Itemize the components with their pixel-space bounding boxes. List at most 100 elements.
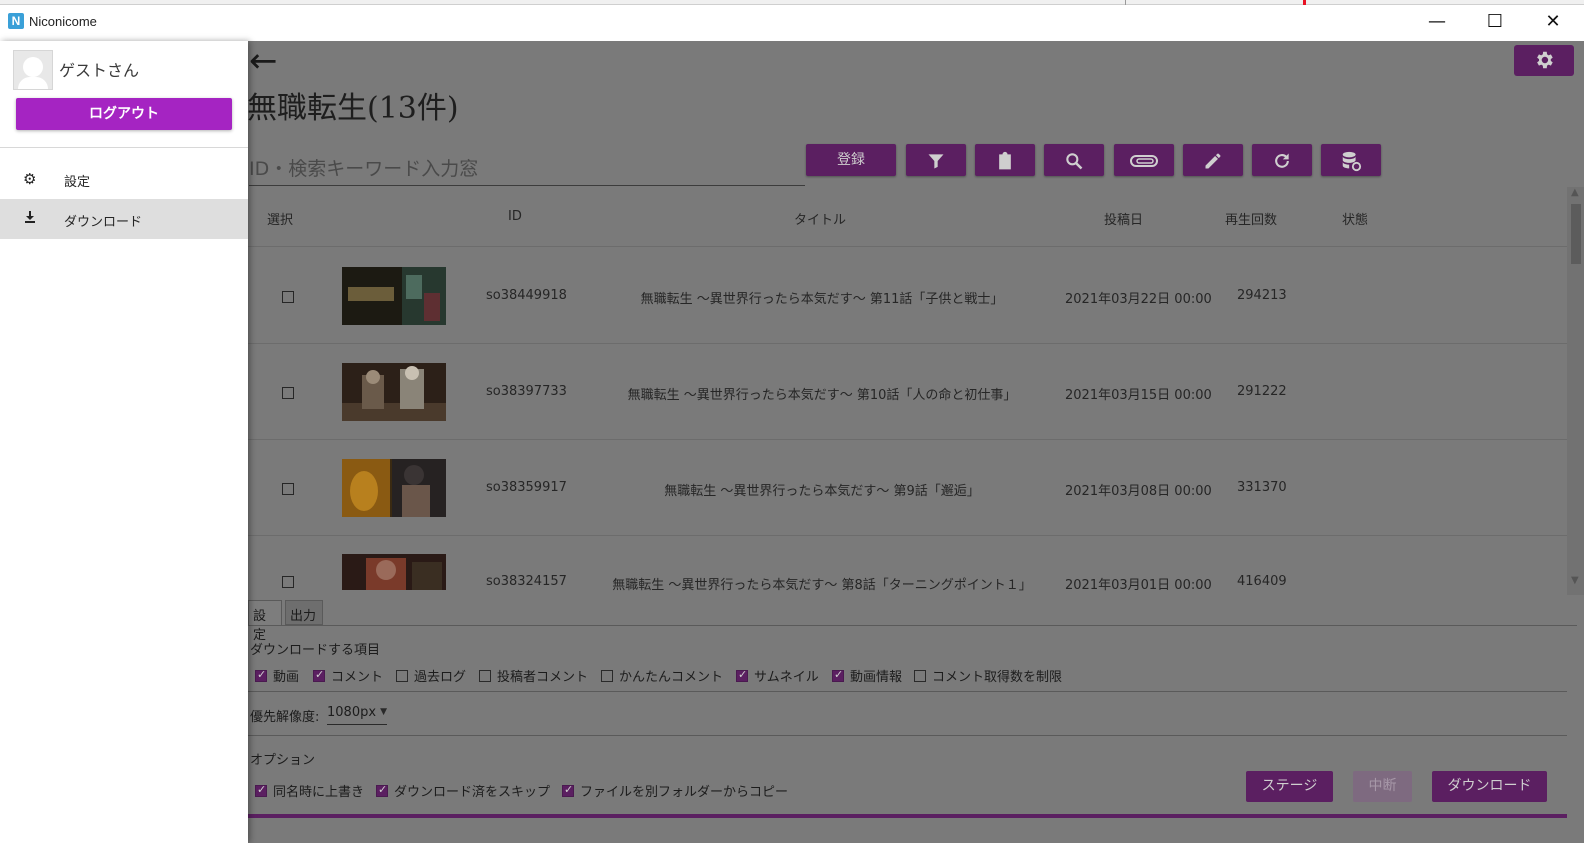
- drawer-divider: [0, 147, 248, 148]
- checkbox-box: [832, 668, 844, 682]
- attachment-icon: [1130, 155, 1158, 167]
- nav-item-label: ダウンロード: [64, 215, 143, 230]
- row-title: 無職転生 ～異世界行ったら本気だす～ 第11話「子供と戦士」: [640, 292, 1004, 307]
- logout-button[interactable]: ログアウト: [16, 98, 232, 130]
- filter-icon: [928, 154, 944, 169]
- resolution-label: 優先解像度:: [250, 710, 320, 725]
- table-row[interactable]: so38449918 無職転生 ～異世界行ったら本気だす～ 第11話「子供と戦士…: [247, 248, 1567, 344]
- checkbox-label: コメント取得数を制限: [932, 670, 1063, 685]
- page-title: 無職転生(13件): [247, 91, 459, 126]
- cancel-button[interactable]: 中断: [1353, 771, 1412, 802]
- row-select-checkbox[interactable]: [282, 483, 294, 495]
- column-views[interactable]: 再生回数: [1225, 209, 1277, 228]
- item-limit-comments-checkbox[interactable]: コメント取得数を制限: [914, 666, 1063, 685]
- minimize-button[interactable]: —: [1414, 5, 1460, 39]
- clipboard-icon: [999, 151, 1011, 170]
- search-input[interactable]: [249, 153, 805, 186]
- back-arrow-icon[interactable]: ←: [249, 44, 278, 78]
- refresh-button[interactable]: [1252, 144, 1312, 176]
- column-status[interactable]: 状態: [1342, 209, 1368, 228]
- row-select-checkbox[interactable]: [282, 291, 294, 303]
- maximize-button[interactable]: ☐: [1472, 5, 1518, 39]
- avatar: [13, 50, 53, 90]
- gear-icon: ⚙: [23, 170, 37, 188]
- tab-settings[interactable]: 設定: [248, 600, 282, 643]
- table-scrollbar[interactable]: ▲ ▼: [1567, 187, 1584, 595]
- video-thumbnail: [342, 363, 446, 421]
- checkbox-label: 過去ログ: [414, 670, 467, 685]
- row-id: so38397733: [486, 384, 567, 399]
- option-skip-downloaded-checkbox[interactable]: ダウンロード済をスキップ: [376, 781, 550, 800]
- item-thumbnail-checkbox[interactable]: サムネイル: [736, 666, 819, 685]
- close-button[interactable]: ✕: [1530, 5, 1576, 39]
- video-thumbnail: [342, 267, 446, 325]
- item-video-checkbox[interactable]: 動画: [255, 666, 300, 685]
- stage-button[interactable]: ステージ: [1246, 771, 1333, 802]
- download-progress-bar: [247, 814, 1567, 818]
- edit-button[interactable]: [1183, 144, 1243, 176]
- register-button[interactable]: 登録: [806, 144, 896, 176]
- database-sync-icon: [1342, 151, 1362, 172]
- checkbox-box: [562, 783, 574, 797]
- table-row[interactable]: so38359917 無職転生 ～異世界行ったら本気だす～ 第9話「邂逅」 20…: [247, 440, 1567, 536]
- scroll-up-icon[interactable]: ▲: [1571, 187, 1579, 198]
- table-header: 選択 ID タイトル 投稿日 再生回数 状態: [247, 195, 1567, 247]
- avatar-body: [18, 77, 48, 89]
- table-row[interactable]: so38397733 無職転生 ～異世界行ったら本気だす～ 第10話「人の命と初…: [247, 344, 1567, 440]
- attachment-button[interactable]: [1114, 144, 1174, 176]
- item-comment-checkbox[interactable]: コメント: [313, 666, 383, 685]
- row-date: 2021年03月01日 00:00: [1065, 578, 1212, 593]
- item-owner-comment-checkbox[interactable]: 投稿者コメント: [479, 666, 588, 685]
- row-views: 416409: [1237, 574, 1287, 589]
- title-bar: N Niconicome — ☐ ✕: [0, 5, 1584, 41]
- table-row[interactable]: so38324157 無職転生 ～異世界行ったら本気だす～ 第8話「ターニングポ…: [247, 536, 1567, 596]
- option-overwrite-checkbox[interactable]: 同名時に上書き: [255, 781, 365, 800]
- row-views: 294213: [1237, 288, 1287, 303]
- column-date[interactable]: 投稿日: [1104, 209, 1143, 228]
- checkbox-box: [255, 783, 267, 797]
- checkbox-box: [255, 668, 267, 682]
- checkbox-label: 動画情報: [850, 670, 903, 685]
- navigation-drawer: ゲストさん ログアウト ⚙ 設定 ダウンロード: [0, 41, 248, 843]
- tab-output[interactable]: 出力: [285, 600, 323, 625]
- checkbox-box: [376, 783, 388, 797]
- app-title: Niconicome: [29, 14, 97, 29]
- row-views: 331370: [1237, 480, 1287, 495]
- checkbox-box: [479, 670, 491, 682]
- nav-item-label: 設定: [64, 175, 91, 190]
- resolution-select[interactable]: 1080px ▼: [327, 705, 387, 725]
- option-copy-from-folder-checkbox[interactable]: ファイルを別フォルダーからコピー: [562, 781, 788, 800]
- item-easy-comment-checkbox[interactable]: かんたんコメント: [601, 666, 724, 685]
- search-button[interactable]: [1044, 144, 1104, 176]
- scroll-thumb[interactable]: [1571, 204, 1581, 264]
- checkbox-label: サムネイル: [754, 670, 819, 685]
- app-logo-icon: N: [8, 13, 24, 29]
- checkbox-box: [736, 668, 748, 682]
- download-items-label: ダウンロードする項目: [250, 643, 381, 658]
- column-title[interactable]: タイトル: [794, 209, 846, 228]
- scroll-down-icon[interactable]: ▼: [1571, 575, 1579, 586]
- filter-button[interactable]: [906, 144, 966, 176]
- checkbox-label: 動画: [273, 670, 300, 685]
- row-select-checkbox[interactable]: [282, 576, 294, 588]
- resolution-value: 1080px: [327, 705, 377, 720]
- column-select[interactable]: 選択: [267, 209, 293, 228]
- row-id: so38359917: [486, 480, 567, 495]
- row-title: 無職転生 ～異世界行ったら本気だす～ 第9話「邂逅」: [664, 484, 980, 499]
- refresh-icon: [1275, 153, 1289, 168]
- checkbox-label: かんたんコメント: [619, 670, 724, 685]
- nav-item-settings[interactable]: ⚙ 設定: [0, 159, 248, 199]
- row-title: 無職転生 ～異世界行ったら本気だす～ 第8話「ターニングポイント１」: [612, 578, 1032, 593]
- row-select-checkbox[interactable]: [282, 387, 294, 399]
- settings-gear-button[interactable]: [1514, 45, 1574, 76]
- download-button[interactable]: ダウンロード: [1432, 771, 1547, 802]
- column-id[interactable]: ID: [508, 209, 522, 224]
- clipboard-button[interactable]: [975, 144, 1035, 176]
- item-past-log-checkbox[interactable]: 過去ログ: [396, 666, 467, 685]
- database-sync-button[interactable]: [1321, 144, 1381, 176]
- item-video-info-checkbox[interactable]: 動画情報: [832, 666, 903, 685]
- row-title: 無職転生 ～異世界行ったら本気だす～ 第10話「人の命と初仕事」: [627, 388, 1017, 403]
- options-label: オプション: [250, 753, 316, 768]
- nav-item-download[interactable]: ダウンロード: [0, 199, 248, 239]
- checkbox-label: 同名時に上書き: [273, 785, 365, 800]
